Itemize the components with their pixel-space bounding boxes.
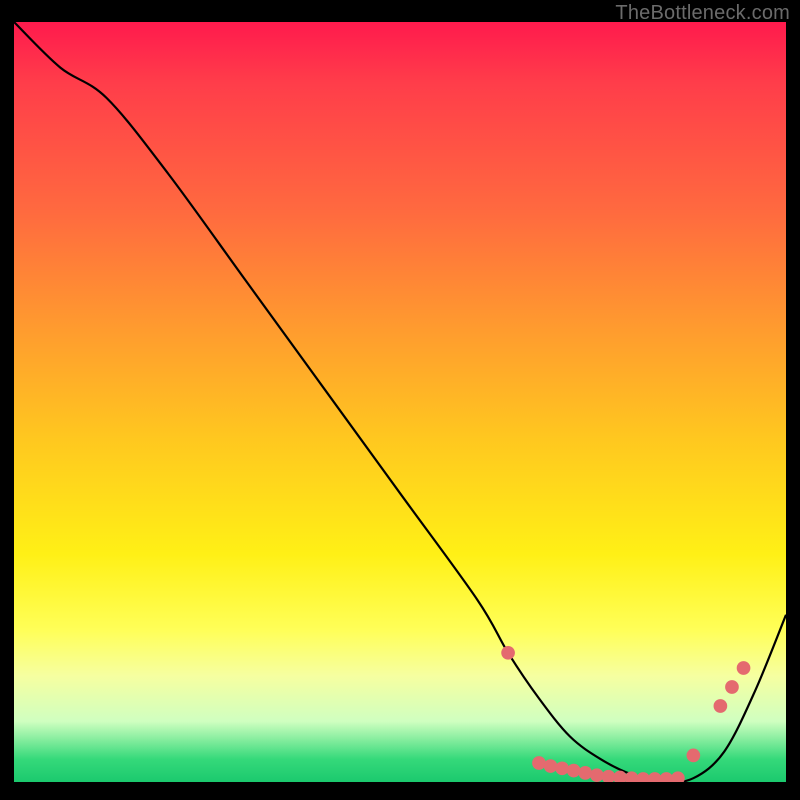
curve-marker <box>532 756 546 770</box>
curve-marker <box>590 768 604 782</box>
curve-marker <box>555 761 569 775</box>
chart-container: TheBottleneck.com <box>0 0 800 800</box>
curve-svg <box>14 22 786 782</box>
curve-marker <box>660 772 674 782</box>
curve-marker <box>737 661 751 675</box>
marker-group <box>501 646 750 782</box>
curve-marker <box>544 759 558 773</box>
curve-marker <box>636 772 650 782</box>
curve-marker <box>501 646 515 660</box>
curve-marker <box>687 749 701 763</box>
plot-area <box>14 22 786 782</box>
curve-marker <box>578 766 592 780</box>
curve-marker <box>602 770 616 782</box>
curve-marker <box>671 771 685 782</box>
curve-marker <box>567 764 581 778</box>
bottleneck-curve <box>14 22 786 782</box>
curve-marker <box>648 772 662 782</box>
curve-marker <box>714 699 728 713</box>
curve-marker <box>725 680 739 694</box>
